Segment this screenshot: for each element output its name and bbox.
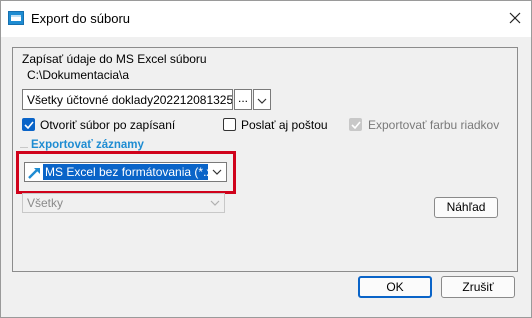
export-window-icon	[8, 11, 24, 25]
cancel-button[interactable]: Zrušiť	[441, 276, 515, 298]
file-section-label: Zapísať údaje do MS Excel súboru	[22, 52, 207, 66]
records-scope-value: Všetky	[27, 196, 64, 210]
filename-dropdown-button[interactable]	[253, 89, 271, 110]
chevron-down-icon	[208, 196, 222, 210]
open-after-save-label[interactable]: Otvoriť súbor po zapísaní	[40, 118, 175, 132]
chevron-down-icon	[257, 93, 267, 107]
export-format-value: MS Excel bez formátovania (*.xlsx)	[43, 164, 208, 180]
send-by-mail-label[interactable]: Poslať aj poštou	[241, 118, 328, 132]
excel-export-icon	[28, 166, 42, 180]
close-icon	[509, 12, 521, 27]
checkmark-icon	[23, 118, 34, 132]
export-format-combo[interactable]: MS Excel bez formátovania (*.xlsx)	[24, 162, 227, 182]
group-divider	[20, 147, 28, 148]
export-row-color-label: Exportovať farbu riadkov	[368, 118, 500, 132]
file-path: C:\Dokumentacia\a	[27, 68, 130, 82]
browse-button[interactable]: ...	[234, 89, 252, 110]
title-bar: Export do súboru	[1, 1, 531, 37]
preview-button[interactable]: Náhľad	[434, 197, 498, 218]
window-title: Export do súboru	[31, 11, 131, 26]
export-row-color-checkbox	[349, 118, 362, 131]
ok-button[interactable]: OK	[358, 276, 432, 298]
close-button[interactable]	[503, 8, 527, 30]
send-by-mail-checkbox[interactable]	[223, 118, 236, 131]
chevron-down-icon[interactable]	[209, 164, 225, 180]
export-records-group-label: Exportovať záznamy	[29, 139, 146, 151]
checkmark-icon	[350, 118, 361, 132]
filename-combo[interactable]: Všetky účtovné doklady20221208132557	[22, 89, 233, 110]
open-after-save-checkbox[interactable]	[22, 118, 35, 131]
filename-value: Všetky účtovné doklady20221208132557	[27, 93, 233, 107]
records-scope-combo: Všetky	[22, 193, 225, 213]
